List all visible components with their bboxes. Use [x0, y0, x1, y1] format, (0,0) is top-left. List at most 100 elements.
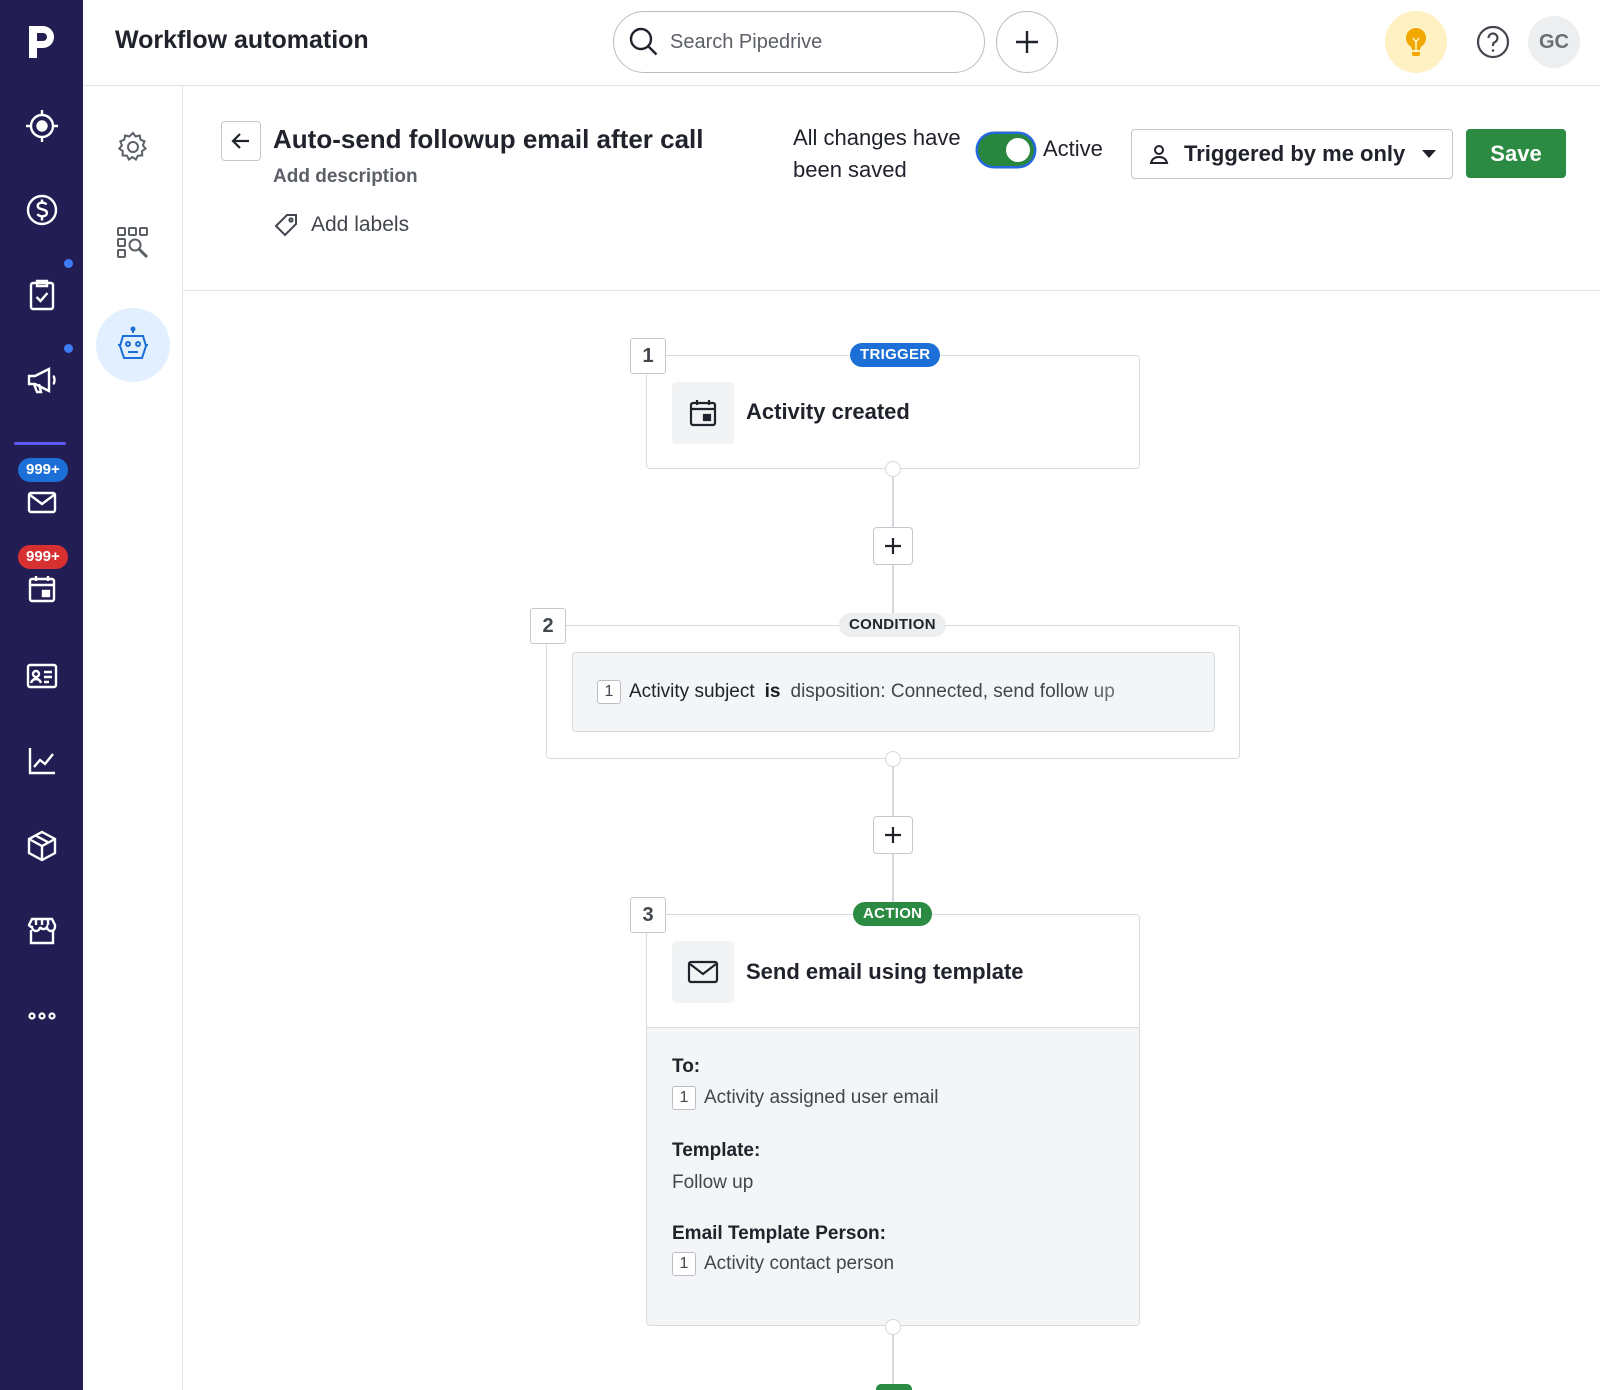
nav-insights[interactable]	[0, 731, 83, 791]
automation-templates[interactable]	[96, 206, 170, 280]
workflow-title[interactable]: Auto-send followup email after call	[273, 124, 704, 155]
main-nav-rail: 999+ 999+	[0, 0, 83, 1390]
action-title: Send email using template	[746, 959, 1024, 984]
calendar-icon	[689, 400, 717, 427]
trigger-scope-dropdown[interactable]: Triggered by me only	[1131, 129, 1453, 179]
next-step-tag	[876, 1384, 912, 1390]
gear-icon	[117, 131, 147, 161]
store-icon	[27, 917, 56, 945]
calendar-icon	[28, 576, 55, 603]
box-icon	[27, 830, 56, 862]
connector-dot	[885, 1319, 901, 1335]
template-value: Follow up	[672, 1172, 754, 1193]
help-icon	[1476, 25, 1510, 59]
plus-icon	[1016, 31, 1038, 53]
trigger-step-card[interactable]: Activity created	[646, 355, 1140, 469]
condition-value: disposition: Connected, send follow up	[790, 681, 1115, 702]
to-label: To:	[672, 1056, 701, 1077]
automation-sidebar	[83, 86, 183, 1390]
condition-rule[interactable]: 1 Activity subject is disposition: Conne…	[572, 652, 1215, 732]
to-value: 1 Activity assigned user email	[672, 1086, 938, 1110]
action-icon-box	[672, 941, 734, 1003]
user-avatar[interactable]: GC	[1528, 16, 1580, 68]
step-number: 1	[630, 338, 666, 374]
template-person-text: Activity contact person	[704, 1253, 895, 1274]
toggle-knob	[1006, 138, 1030, 162]
step-number: 3	[630, 897, 666, 933]
plus-icon	[885, 538, 901, 554]
quick-add-button[interactable]	[996, 11, 1058, 73]
nav-deals[interactable]	[0, 180, 83, 240]
add-description-link[interactable]: Add description	[273, 166, 418, 188]
trigger-title: Activity created	[746, 399, 910, 424]
search-icon	[629, 27, 658, 56]
nav-mail[interactable]	[0, 472, 83, 532]
condition-operator: is	[764, 681, 781, 702]
add-labels-text: Add labels	[311, 213, 410, 236]
page-title: Workflow automation	[115, 26, 369, 54]
top-bar: Workflow automation GC	[83, 0, 1600, 86]
lightbulb-icon	[1406, 28, 1426, 56]
person-icon	[1149, 145, 1169, 164]
automation-settings[interactable]	[96, 110, 170, 184]
action-step-card[interactable]: Send email using template To: 1 Activity…	[646, 914, 1140, 1326]
mail-icon	[687, 960, 719, 984]
help-button[interactable]	[1467, 16, 1519, 68]
condition-step-card[interactable]: 1 Activity subject is disposition: Conne…	[546, 625, 1240, 759]
template-label: Template:	[672, 1140, 761, 1161]
add-step-button[interactable]	[873, 527, 913, 565]
step-reference: 1	[672, 1086, 696, 1110]
step-reference: 1	[672, 1252, 696, 1276]
to-value-text: Activity assigned user email	[704, 1087, 939, 1108]
text-fade	[1084, 653, 1214, 731]
contacts-icon	[26, 663, 57, 689]
plus-icon	[885, 827, 901, 843]
trigger-icon-box	[672, 382, 734, 444]
condition-tag: CONDITION	[839, 613, 946, 637]
automation-workflows[interactable]	[96, 308, 170, 382]
nav-contacts[interactable]	[0, 646, 83, 706]
save-status: All changes have been saved	[793, 125, 961, 182]
nav-divider	[14, 442, 66, 445]
trigger-tag: TRIGGER	[850, 343, 941, 367]
search-box[interactable]	[613, 11, 985, 73]
back-button[interactable]	[221, 121, 261, 161]
workflow-canvas: Activity created 1 TRIGGER 1 Activity su…	[183, 291, 1600, 1390]
step-number: 2	[530, 608, 566, 644]
search-input[interactable]	[670, 30, 960, 54]
apps-search-icon	[117, 227, 149, 259]
active-label: Active	[1043, 136, 1103, 161]
more-icon	[27, 1012, 56, 1020]
arrow-left-icon	[231, 133, 249, 149]
target-icon	[25, 110, 58, 142]
action-tag: ACTION	[853, 902, 933, 926]
tag-icon	[274, 214, 297, 237]
add-step-button[interactable]	[873, 816, 913, 854]
nav-calendar[interactable]	[0, 559, 83, 619]
nav-leads[interactable]	[0, 96, 83, 156]
template-person-label: Email Template Person:	[672, 1223, 886, 1244]
chart-icon	[28, 748, 55, 775]
nav-products[interactable]	[0, 816, 83, 876]
dollar-icon	[26, 194, 57, 226]
robot-icon	[118, 326, 148, 359]
nav-activities[interactable]	[0, 265, 83, 325]
megaphone-icon	[27, 367, 56, 394]
nav-marketplace[interactable]	[0, 901, 83, 961]
pipedrive-logo[interactable]	[20, 18, 64, 62]
connector-dot	[885, 751, 901, 767]
tips-button[interactable]	[1385, 11, 1447, 73]
action-details: To: 1 Activity assigned user email Templ…	[647, 1027, 1139, 1325]
template-person-value: 1 Activity contact person	[672, 1252, 894, 1276]
nav-more[interactable]	[0, 986, 83, 1046]
nav-campaigns[interactable]	[0, 350, 83, 410]
save-button[interactable]: Save	[1466, 129, 1566, 178]
workflow-header: Auto-send followup email after call Add …	[183, 86, 1600, 291]
condition-field: Activity subject	[629, 681, 755, 702]
caret-down-icon	[1422, 150, 1436, 158]
step-reference: 1	[597, 680, 621, 704]
add-labels-button[interactable]: Add labels	[273, 212, 409, 238]
connector-dot	[885, 461, 901, 477]
active-toggle[interactable]	[978, 134, 1034, 166]
clipboard-icon	[29, 279, 54, 311]
